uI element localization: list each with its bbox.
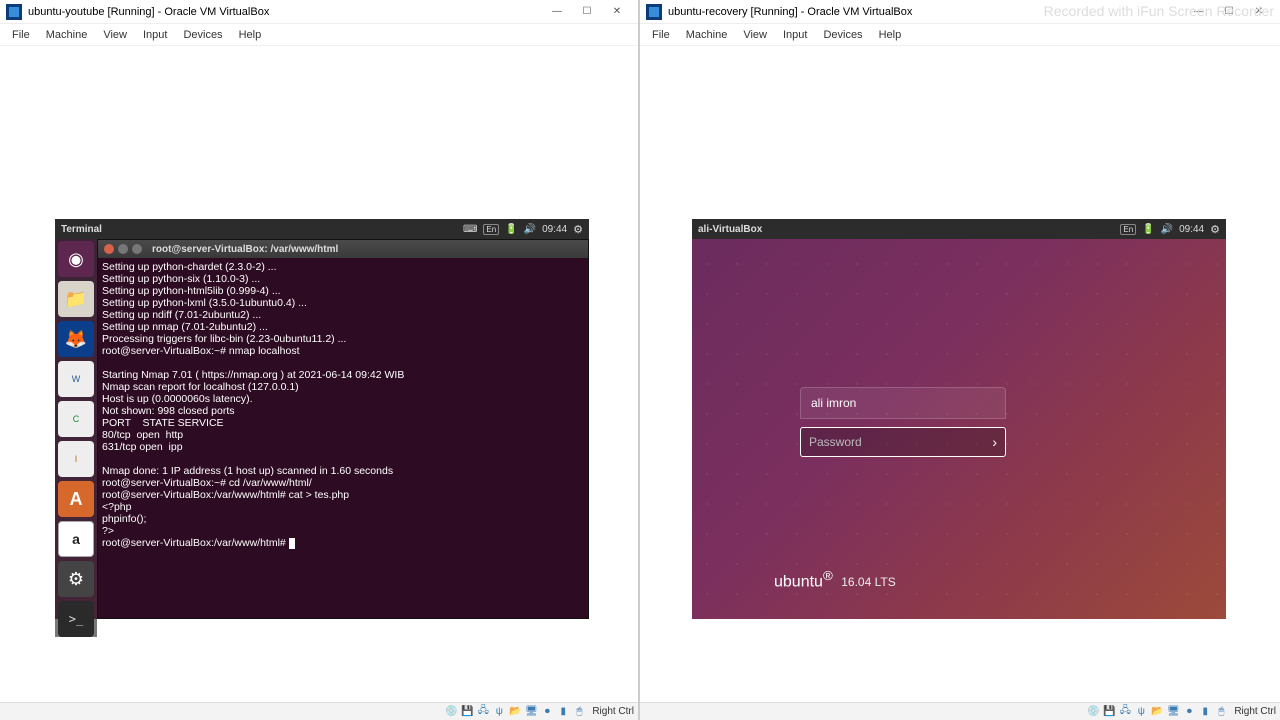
terminal-output[interactable]: Setting up python-chardet (2.3.0-2) ... …: [98, 258, 588, 552]
window-max-dot[interactable]: [132, 244, 142, 254]
menu-view[interactable]: View: [95, 27, 135, 43]
minimize-button[interactable]: —: [1184, 2, 1214, 22]
virtualbox-icon: [646, 4, 662, 20]
login-username[interactable]: ali imron: [800, 387, 1006, 419]
battery-icon[interactable]: 🔋: [1142, 224, 1154, 235]
menu-help[interactable]: Help: [231, 27, 270, 43]
lang-indicator[interactable]: En: [483, 224, 499, 235]
files-icon[interactable]: 📁: [58, 281, 94, 317]
maximize-button[interactable]: ☐: [1214, 2, 1244, 22]
usb-icon[interactable]: ψ: [492, 705, 506, 719]
close-button[interactable]: ✕: [1244, 2, 1274, 22]
ubuntu-panel-right: ali-VirtualBox En 🔋 🔊 09:44 ⚙: [692, 219, 1226, 239]
sound-icon[interactable]: 🔊: [524, 224, 536, 235]
menu-help[interactable]: Help: [871, 27, 910, 43]
terminal-title: root@server-VirtualBox: /var/www/html: [152, 244, 338, 255]
mouse-icon[interactable]: 🖱: [1214, 705, 1228, 719]
calc-icon[interactable]: C: [58, 401, 94, 437]
ubuntu-login-bg: ali imron › ubuntu® 16.04 LTS: [692, 219, 1226, 619]
settings-icon[interactable]: ⚙: [58, 561, 94, 597]
terminal-titlebar[interactable]: root@server-VirtualBox: /var/www/html: [98, 240, 588, 258]
shared-icon[interactable]: 📂: [1150, 705, 1164, 719]
panel-title: Terminal: [61, 224, 102, 235]
brand-version: 16.04 LTS: [841, 575, 895, 589]
clock[interactable]: 09:44: [1179, 224, 1204, 235]
terminal-text: Setting up python-chardet (2.3.0-2) ... …: [102, 261, 404, 549]
menu-devices[interactable]: Devices: [815, 27, 870, 43]
window-title: ubuntu-youtube [Running] - Oracle VM Vir…: [28, 6, 269, 18]
ubuntu-panel-left: Terminal ⌨ En 🔋 🔊 09:44 ⚙: [55, 219, 589, 239]
sound-icon[interactable]: 🔊: [1161, 224, 1173, 235]
brand-name: ubuntu: [774, 573, 823, 590]
disk-icon[interactable]: 💿: [1086, 705, 1100, 719]
window-min-dot[interactable]: [118, 244, 128, 254]
display-icon[interactable]: 🖥: [524, 705, 538, 719]
cpu-icon[interactable]: ▮: [1198, 705, 1212, 719]
menu-devices[interactable]: Devices: [175, 27, 230, 43]
menu-file[interactable]: File: [644, 27, 678, 43]
password-field-wrap: ›: [800, 427, 1006, 457]
dash-icon[interactable]: ◉: [58, 241, 94, 277]
panel-host: ali-VirtualBox: [698, 224, 762, 235]
guest-display-right[interactable]: ali imron › ubuntu® 16.04 LTS ali-Virtua…: [640, 46, 1280, 702]
ubuntu-brand: ubuntu® 16.04 LTS: [774, 568, 896, 591]
window-title: ubuntu-recovery [Running] - Oracle VM Vi…: [668, 6, 912, 18]
login-box: ali imron ›: [800, 387, 1006, 457]
cursor: [289, 538, 295, 549]
software-icon[interactable]: A: [58, 481, 94, 517]
menu-input[interactable]: Input: [775, 27, 815, 43]
display-icon[interactable]: 🖥: [1166, 705, 1180, 719]
close-button[interactable]: ✕: [602, 2, 632, 22]
menu-machine[interactable]: Machine: [38, 27, 96, 43]
keyboard-icon[interactable]: ⌨: [463, 224, 477, 235]
battery-icon[interactable]: 🔋: [505, 224, 517, 235]
maximize-button[interactable]: ☐: [572, 2, 602, 22]
statusbar-right: 💿 💾 🖧 ψ 📂 🖥 ⏺ ▮ 🖱 Right Ctrl: [640, 702, 1280, 720]
login-submit-icon[interactable]: ›: [992, 434, 997, 450]
password-input[interactable]: [809, 435, 992, 449]
titlebar-left[interactable]: ubuntu-youtube [Running] - Oracle VM Vir…: [0, 0, 638, 24]
virtualbox-icon: [6, 4, 22, 20]
rec-icon[interactable]: ⏺: [540, 705, 554, 719]
cpu-icon[interactable]: ▮: [556, 705, 570, 719]
menu-machine[interactable]: Machine: [678, 27, 736, 43]
clock[interactable]: 09:44: [542, 224, 567, 235]
amazon-icon[interactable]: a: [58, 521, 94, 557]
net-icon[interactable]: 🖧: [476, 705, 490, 719]
impress-icon[interactable]: I: [58, 441, 94, 477]
hdd-icon[interactable]: 💾: [1102, 705, 1116, 719]
terminal-icon[interactable]: >_: [58, 601, 94, 637]
menu-file[interactable]: File: [4, 27, 38, 43]
minimize-button[interactable]: —: [542, 2, 572, 22]
unity-launcher: ◉ 📁 🦊 W C I A a ⚙ >_: [55, 239, 97, 637]
firefox-icon[interactable]: 🦊: [58, 321, 94, 357]
menubar-left: File Machine View Input Devices Help: [0, 24, 638, 46]
net-icon[interactable]: 🖧: [1118, 705, 1132, 719]
statusbar-left: 💿 💾 🖧 ψ 📂 🖥 ⏺ ▮ 🖱 Right Ctrl: [0, 702, 638, 720]
vm-window-left: ubuntu-youtube [Running] - Oracle VM Vir…: [0, 0, 638, 720]
usb-icon[interactable]: ψ: [1134, 705, 1148, 719]
titlebar-right[interactable]: ubuntu-recovery [Running] - Oracle VM Vi…: [640, 0, 1280, 24]
menubar-right: File Machine View Input Devices Help: [640, 24, 1280, 46]
guest-display-left[interactable]: Terminal ⌨ En 🔋 🔊 09:44 ⚙ ◉ 📁 🦊 W C I A …: [0, 46, 638, 702]
writer-icon[interactable]: W: [58, 361, 94, 397]
rec-icon[interactable]: ⏺: [1182, 705, 1196, 719]
host-key: Right Ctrl: [1234, 706, 1276, 717]
vm-window-right: ubuntu-recovery [Running] - Oracle VM Vi…: [640, 0, 1280, 720]
gear-icon[interactable]: ⚙: [1210, 223, 1220, 236]
terminal-window[interactable]: root@server-VirtualBox: /var/www/html Se…: [97, 239, 589, 619]
menu-input[interactable]: Input: [135, 27, 175, 43]
shared-icon[interactable]: 📂: [508, 705, 522, 719]
menu-view[interactable]: View: [735, 27, 775, 43]
host-key: Right Ctrl: [592, 706, 634, 717]
window-close-dot[interactable]: [104, 244, 114, 254]
lang-indicator[interactable]: En: [1120, 224, 1136, 235]
hdd-icon[interactable]: 💾: [460, 705, 474, 719]
disk-icon[interactable]: 💿: [444, 705, 458, 719]
gear-icon[interactable]: ⚙: [573, 223, 583, 236]
mouse-icon[interactable]: 🖱: [572, 705, 586, 719]
